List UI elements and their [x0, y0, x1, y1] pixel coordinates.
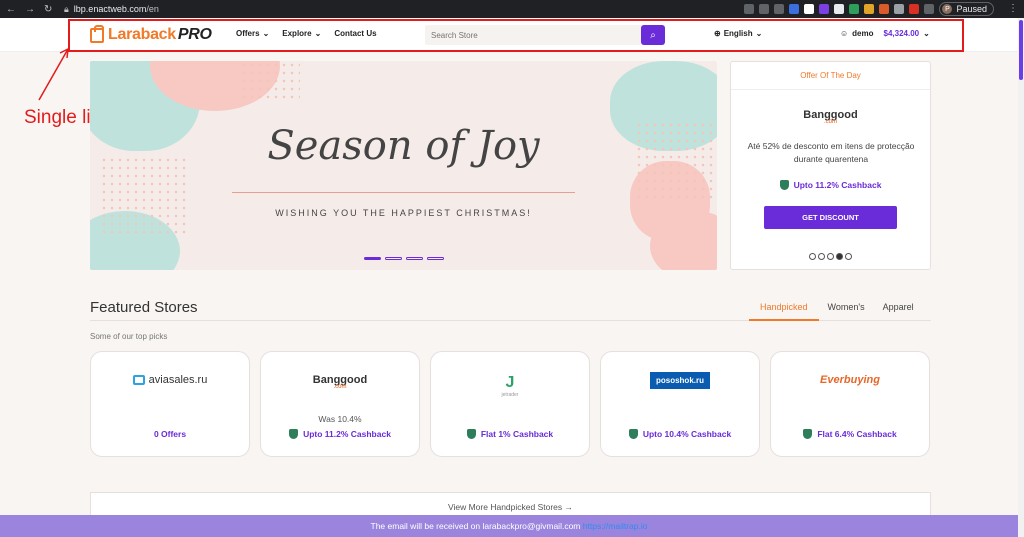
forward-icon[interactable]: → [25, 4, 35, 15]
store-category-tabs: Handpicked Women's Apparel [749, 302, 923, 321]
carousel-indicator[interactable] [406, 257, 423, 260]
extension-icon[interactable] [879, 4, 890, 14]
carousel-indicator[interactable] [364, 257, 381, 260]
offer-cashback: Upto 11.2% Cashback [731, 180, 930, 190]
extension-icon[interactable] [864, 4, 875, 14]
tab-apparel[interactable]: Apparel [874, 302, 923, 321]
offer-store-logo[interactable]: Banggood .com [731, 109, 930, 125]
extension-icon[interactable] [834, 4, 845, 14]
back-icon[interactable]: ← [6, 4, 16, 15]
store-cashback: Flat 6.4% Cashback [771, 429, 929, 439]
address-bar[interactable]: 🔒︎ lbp.enactweb.com/en [64, 4, 159, 15]
jetrader-logo-icon: J [505, 374, 515, 391]
cashback-text: Upto 11.2% Cashback [793, 180, 882, 190]
extension-icon[interactable] [909, 4, 920, 14]
section-title: Featured Stores [90, 299, 198, 316]
browser-toolbar: ← → ↻ 🔒︎ lbp.enactweb.com/en P Paused ⋮ [0, 0, 1024, 18]
offer-pagination [731, 253, 930, 260]
get-discount-button[interactable]: GET DISCOUNT [764, 206, 897, 229]
puzzle-icon[interactable] [924, 4, 935, 14]
hero-banner[interactable]: Season of Joy WISHING YOU THE HAPPIEST C… [90, 61, 717, 270]
shield-icon [628, 429, 638, 439]
store-name: jetrader [501, 392, 519, 398]
extension-icon[interactable] [819, 4, 830, 14]
store-card[interactable]: J jetrader Flat 1% Cashback [430, 351, 590, 457]
pagination-dot[interactable] [836, 253, 843, 260]
profile-button[interactable]: P Paused [939, 2, 994, 16]
mailtrap-link[interactable]: https://mailtrap.io [583, 521, 648, 531]
pagination-dot[interactable] [809, 253, 816, 260]
lock-icon: 🔒︎ [64, 3, 69, 14]
reload-icon[interactable]: ↻ [44, 4, 52, 15]
store-cashback: Flat 1% Cashback [431, 429, 589, 439]
notice-text: The email will be received on larabackpr… [370, 521, 581, 531]
shield-icon [289, 429, 299, 439]
store-logo: J jetrader [431, 374, 589, 398]
brand-suffix: .com [333, 384, 347, 390]
offer-of-the-day-card: Offer Of The Day Banggood .com Até 52% d… [730, 61, 931, 270]
store-logo: Everbuying [771, 374, 929, 386]
carousel-indicators [364, 257, 444, 260]
hero-subtitle: WISHING YOU THE HAPPIEST CHRISTMAS! [275, 208, 532, 218]
annotation-arrow-icon [38, 47, 69, 101]
cashback-text: Flat 6.4% Cashback [817, 429, 897, 439]
url-path: /en [146, 4, 159, 14]
url-host: lbp.enactweb.com [73, 4, 147, 14]
shield-icon [779, 180, 789, 190]
shield-icon [803, 429, 813, 439]
store-card[interactable]: aviasales.ru 0 Offers [90, 351, 250, 457]
extension-icon[interactable] [789, 4, 800, 14]
profile-status: Paused [956, 4, 987, 14]
offer-heading: Offer Of The Day [731, 62, 930, 90]
store-cashback: Upto 11.2% Cashback [261, 429, 419, 439]
hero-divider [232, 192, 575, 193]
extension-icon[interactable] [894, 4, 905, 14]
aviasales-logo-icon [132, 375, 145, 385]
store-name: Everbuying [820, 374, 880, 386]
page-scrollbar[interactable] [1018, 18, 1024, 537]
store-card[interactable]: Banggood .com Was 10.4% Upto 11.2% Cashb… [260, 351, 420, 457]
avatar: P [942, 4, 953, 14]
tab-handpicked[interactable]: Handpicked [749, 302, 819, 321]
notice-bar: The email will be received on larabackpr… [0, 515, 1018, 537]
scrollbar-thumb[interactable] [1019, 20, 1023, 80]
star-icon[interactable] [774, 4, 785, 14]
brand-suffix: .com [823, 119, 837, 125]
tab-womens[interactable]: Women's [819, 302, 874, 321]
share-icon[interactable] [759, 4, 770, 14]
decorative-dots [240, 61, 300, 101]
store-cashback: 0 Offers [91, 429, 249, 439]
shield-icon [466, 429, 476, 439]
store-logo: aviasales.ru [91, 374, 249, 386]
cashback-text: 0 Offers [153, 429, 187, 439]
section-subtitle: Some of our top picks [90, 332, 168, 341]
store-card[interactable]: Everbuying Flat 6.4% Cashback [770, 351, 930, 457]
carousel-indicator[interactable] [385, 257, 402, 260]
extension-icon[interactable] [804, 4, 815, 14]
store-card-list: aviasales.ru 0 Offers Banggood .com Was … [90, 351, 930, 457]
store-cashback: Upto 10.4% Cashback [601, 429, 759, 439]
key-icon[interactable] [744, 4, 755, 14]
offer-description: Até 52% de desconto em itens de protecçã… [747, 141, 915, 164]
extension-icon[interactable] [849, 4, 860, 14]
pagination-dot[interactable] [827, 253, 834, 260]
pagination-dot[interactable] [845, 253, 852, 260]
previous-rate: Was 10.4% [318, 414, 362, 424]
cashback-text: Upto 10.4% Cashback [642, 429, 732, 439]
store-logo: pososhok.ru [601, 372, 759, 389]
cashback-text: Flat 1% Cashback [480, 429, 554, 439]
store-name: pososhok.ru [649, 372, 710, 389]
store-name: aviasales.ru [148, 374, 208, 386]
annotation-highlight-box [68, 19, 964, 52]
cashback-text: Upto 11.2% Cashback [303, 429, 391, 439]
store-card[interactable]: pososhok.ru Upto 10.4% Cashback [600, 351, 760, 457]
carousel-indicator[interactable] [427, 257, 444, 260]
kebab-menu-icon[interactable]: ⋮ [1008, 3, 1018, 14]
store-logo: Banggood .com [261, 374, 419, 390]
pagination-dot[interactable] [818, 253, 825, 260]
hero-title: Season of Joy [267, 123, 540, 169]
